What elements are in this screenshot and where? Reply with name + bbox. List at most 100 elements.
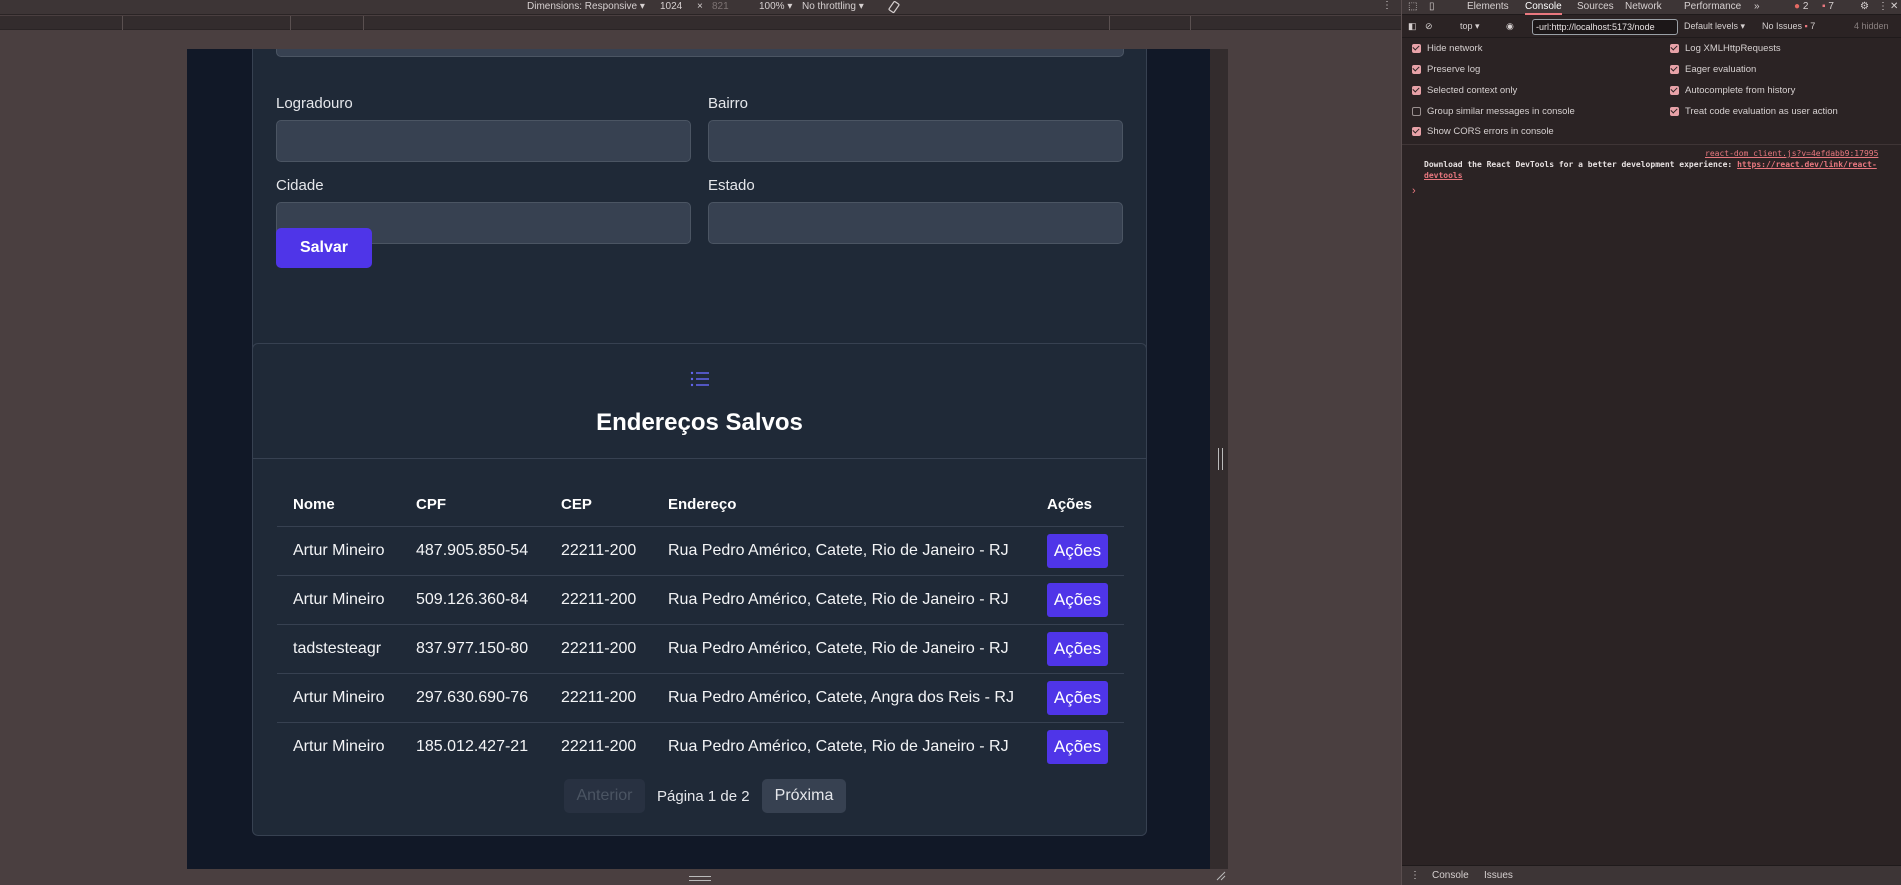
table-row: Artur Mineiro 487.905.850-54 22211-200 R… [277, 525, 1124, 575]
sidebar-toggle-icon[interactable]: ◧ [1408, 21, 1417, 32]
setting-group-similar[interactable]: Group similar messages in console [1412, 106, 1575, 117]
actions-button[interactable]: Ações [1047, 631, 1108, 666]
drawer-tab-console[interactable]: Console [1432, 870, 1469, 881]
checkbox[interactable] [1670, 86, 1679, 95]
actions-button[interactable]: Ações [1047, 729, 1108, 764]
checkbox[interactable] [1412, 107, 1421, 116]
throttling-dropdown[interactable]: No throttling ▾ [802, 1, 864, 12]
next-page-button[interactable]: Próxima [762, 779, 846, 813]
console-toolbar: ◧ ⊘ top ▾ ◉ Default levels ▾ No Issues ▪… [1402, 16, 1901, 38]
checkbox[interactable] [1412, 65, 1421, 74]
tab-elements[interactable]: Elements [1467, 1, 1509, 12]
issues-icon: ▪ [1804, 21, 1808, 31]
actions-button[interactable]: Ações [1047, 582, 1108, 617]
previous-page-button[interactable]: Anterior [564, 779, 645, 813]
console-filter-input[interactable] [1532, 19, 1678, 35]
section-title: Endereços Salvos [596, 409, 803, 436]
console-prompt[interactable]: › [1412, 185, 1416, 197]
checkbox[interactable] [1412, 127, 1421, 136]
cidade-label: Cidade [276, 177, 324, 194]
zoom-dropdown[interactable]: 100% ▾ [759, 1, 792, 12]
cell-cep: 22211-200 [545, 574, 652, 624]
setting-label: Preserve log [1427, 64, 1481, 75]
setting-hide-network[interactable]: Hide network [1412, 43, 1482, 54]
devtools-panel: ⬚ ▯ Elements Console Sources Network Per… [1401, 0, 1901, 885]
table-row: Artur Mineiro 297.630.690-76 22211-200 R… [277, 672, 1124, 722]
checkbox[interactable] [1412, 44, 1421, 53]
cell-acoes: Ações [1031, 574, 1124, 624]
table-header-row: Nome CPF CEP Endereço Ações [277, 484, 1124, 526]
settings-gear-icon[interactable]: ⚙ [1860, 1, 1869, 12]
drawer-tab-issues[interactable]: Issues [1484, 870, 1513, 881]
setting-selected-context-only[interactable]: Selected context only [1412, 85, 1517, 96]
more-options-icon[interactable]: ⋮ [1382, 0, 1392, 11]
devtools-drawer: ⋮ Console Issues [1402, 865, 1901, 885]
column-header-acoes: Ações [1047, 496, 1093, 514]
cell-cep: 22211-200 [545, 623, 652, 673]
cell-endereco: Rua Pedro Américo, Catete, Rio de Janeir… [652, 623, 1031, 673]
message-icon: ▪ [1822, 1, 1826, 12]
cep-input[interactable] [276, 49, 1124, 57]
cell-cpf: 487.905.850-54 [400, 525, 545, 575]
checkbox[interactable] [1412, 86, 1421, 95]
more-options-icon[interactable]: ⋮ [1878, 1, 1888, 12]
message-counter[interactable]: ▪ 7 [1822, 1, 1834, 12]
setting-eager-evaluation[interactable]: Eager evaluation [1670, 64, 1756, 75]
live-expression-eye-icon[interactable]: ◉ [1506, 21, 1514, 32]
inspect-element-icon[interactable]: ⬚ [1408, 1, 1417, 12]
height-input[interactable]: 821 [712, 1, 729, 12]
checkbox[interactable] [1670, 65, 1679, 74]
setting-log-xmlhttprequests[interactable]: Log XMLHttpRequests [1670, 43, 1781, 54]
list-icon [690, 371, 709, 387]
error-counter[interactable]: ● 2 [1794, 1, 1808, 12]
setting-label: Treat code evaluation as user action [1685, 106, 1838, 117]
setting-autocomplete-history[interactable]: Autocomplete from history [1670, 85, 1795, 96]
tab-network[interactable]: Network [1625, 1, 1662, 12]
bairro-label: Bairro [708, 95, 749, 112]
devtools-tab-bar: ⬚ ▯ Elements Console Sources Network Per… [1402, 0, 1901, 15]
context-selector[interactable]: top ▾ [1460, 21, 1480, 32]
estado-input[interactable] [708, 202, 1123, 244]
drawer-menu-icon[interactable]: ⋮ [1410, 870, 1420, 881]
resize-corner-icon[interactable] [1216, 871, 1226, 881]
tab-performance[interactable]: Performance [1684, 1, 1741, 12]
tab-console[interactable]: Console [1525, 1, 1562, 15]
logradouro-label: Logradouro [276, 95, 353, 112]
actions-button[interactable]: Ações [1047, 533, 1108, 568]
column-header-nome: Nome [293, 496, 335, 514]
cell-endereco: Rua Pedro Américo, Catete, Rio de Janeir… [652, 721, 1031, 771]
more-tabs-icon[interactable]: » [1754, 1, 1760, 12]
pagination: Anterior Página 1 de 2 Próxima [253, 779, 1146, 813]
setting-label: Autocomplete from history [1685, 85, 1796, 96]
checkbox[interactable] [1670, 107, 1679, 116]
times-sign: × [697, 1, 703, 12]
cell-cpf: 297.630.690-76 [400, 672, 545, 722]
device-toggle-icon[interactable]: ▯ [1429, 1, 1435, 12]
setting-show-cors-errors[interactable]: Show CORS errors in console [1412, 126, 1554, 137]
emulated-page: Logradouro Bairro Cidade Estado Salvar E… [187, 49, 1228, 869]
tab-sources[interactable]: Sources [1577, 1, 1614, 12]
resize-handle-bottom[interactable] [689, 876, 711, 881]
actions-button[interactable]: Ações [1047, 680, 1108, 715]
logradouro-input[interactable] [276, 120, 691, 162]
cell-cep: 22211-200 [545, 721, 652, 771]
save-button[interactable]: Salvar [276, 228, 372, 268]
clear-console-icon[interactable]: ⊘ [1425, 21, 1433, 32]
issues-counter[interactable]: No Issues ▪ 7 [1762, 21, 1815, 31]
log-source-link[interactable]: react-dom_client.js?v=4efdabb9:17995 [1705, 149, 1878, 158]
saved-addresses-card: Endereços Salvos Nome CPF CEP Endereço A… [252, 343, 1147, 836]
dimensions-dropdown[interactable]: Dimensions: Responsive ▾ [527, 1, 645, 12]
context-label: top [1460, 21, 1473, 31]
width-input[interactable]: 1024 [660, 1, 682, 12]
dimensions-label: Dimensions: Responsive [527, 1, 638, 12]
cell-nome: Artur Mineiro [277, 525, 400, 575]
log-levels-dropdown[interactable]: Default levels ▾ [1684, 21, 1745, 32]
issues-label: No Issues [1762, 21, 1803, 31]
close-devtools-icon[interactable]: ✕ [1890, 1, 1898, 12]
rotate-icon[interactable] [887, 0, 901, 17]
setting-treat-code-evaluation[interactable]: Treat code evaluation as user action [1670, 106, 1838, 117]
resize-handle-right[interactable] [1218, 448, 1223, 470]
setting-preserve-log[interactable]: Preserve log [1412, 64, 1480, 75]
bairro-input[interactable] [708, 120, 1123, 162]
checkbox[interactable] [1670, 44, 1679, 53]
